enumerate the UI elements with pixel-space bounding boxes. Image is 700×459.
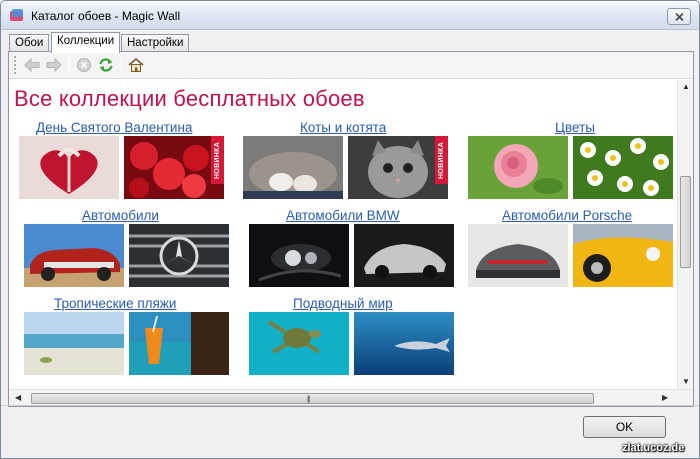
stop-button[interactable] xyxy=(73,55,95,75)
collections-page: Все коллекции бесплатных обоев День Свят… xyxy=(9,80,677,389)
tab-wallpapers[interactable]: Обои xyxy=(9,34,50,52)
thumb-bmw-2[interactable] xyxy=(354,224,454,287)
thumb-porsche-1[interactable] xyxy=(468,224,568,287)
collection-beaches-link[interactable]: Тропические пляжи xyxy=(54,296,176,311)
forward-arrow-icon xyxy=(46,57,62,73)
collection-cars-link[interactable]: Автомобили xyxy=(82,208,159,223)
scroll-down-arrow-icon[interactable]: ▼ xyxy=(682,377,690,386)
app-icon xyxy=(10,9,23,21)
stop-icon xyxy=(77,58,91,72)
refresh-button[interactable] xyxy=(95,55,117,75)
thumb-cats-1[interactable] xyxy=(243,136,343,199)
close-icon xyxy=(675,13,684,21)
new-badge: НОВИНКА xyxy=(435,136,448,184)
collection-porsche-link[interactable]: Автомобили Porsche xyxy=(502,208,632,223)
new-badge: НОВИНКА xyxy=(211,136,224,184)
thumb-cars-1[interactable] xyxy=(24,224,124,287)
thumb-cats-2[interactable]: НОВИНКА xyxy=(348,136,448,199)
browser-toolbar xyxy=(9,52,693,79)
scroll-left-arrow-icon[interactable]: ◀ xyxy=(15,393,21,402)
thumb-bmw-1[interactable] xyxy=(249,224,349,287)
watermark: zlat.ucoz.de xyxy=(622,442,685,454)
collection-flowers-link[interactable]: Цветы xyxy=(555,120,595,135)
page-title: Все коллекции бесплатных обоев xyxy=(14,86,365,111)
home-button[interactable] xyxy=(125,55,147,75)
window-title: Каталог обоев - Magic Wall xyxy=(31,9,181,23)
collection-underwater-link[interactable]: Подводный мир xyxy=(293,296,393,311)
toolbar-separator xyxy=(121,56,122,74)
thumb-underwater-2[interactable] xyxy=(354,312,454,375)
footer-divider xyxy=(1,405,699,406)
thumb-porsche-2[interactable] xyxy=(573,224,673,287)
thumb-underwater-1[interactable] xyxy=(249,312,349,375)
thumb-beaches-2[interactable] xyxy=(129,312,229,375)
scroll-grip-icon: ||| xyxy=(307,396,311,403)
scroll-right-arrow-icon[interactable]: ▶ xyxy=(662,393,668,402)
refresh-icon xyxy=(99,58,113,72)
home-icon xyxy=(128,57,144,72)
thumb-flowers-2[interactable] xyxy=(573,136,673,199)
collection-valentines-link[interactable]: День Святого Валентина xyxy=(36,120,192,135)
thumb-beaches-1[interactable] xyxy=(24,312,124,375)
scroll-up-arrow-icon[interactable]: ▲ xyxy=(682,82,690,91)
forward-button[interactable] xyxy=(43,55,65,75)
back-button[interactable] xyxy=(21,55,43,75)
thumb-valentines-2[interactable]: НОВИНКА xyxy=(124,136,224,199)
tab-collections[interactable]: Коллекции xyxy=(51,32,121,53)
ok-button[interactable]: OK xyxy=(583,416,666,438)
tab-settings[interactable]: Настройки xyxy=(121,34,190,52)
title-bar[interactable]: Каталог обоев - Magic Wall xyxy=(1,1,699,30)
horizontal-scrollbar[interactable]: ◀ ||| ▶ xyxy=(9,389,693,406)
thumb-valentines-1[interactable] xyxy=(19,136,119,199)
thumb-cars-2[interactable] xyxy=(129,224,229,287)
vertical-scroll-thumb[interactable] xyxy=(680,176,691,268)
thumb-flowers-1[interactable] xyxy=(468,136,568,199)
vertical-scrollbar[interactable]: ▲ ▼ xyxy=(677,80,693,389)
catalog-window: Каталог обоев - Magic Wall Обои Коллекци… xyxy=(0,0,700,459)
close-button[interactable] xyxy=(667,8,691,25)
tab-panel: Все коллекции бесплатных обоев День Свят… xyxy=(8,51,694,407)
collection-bmw-link[interactable]: Автомобили BMW xyxy=(286,208,400,223)
collection-cats-link[interactable]: Коты и котята xyxy=(300,120,386,135)
toolbar-separator xyxy=(69,56,70,74)
back-arrow-icon xyxy=(24,57,40,73)
horizontal-scroll-thumb[interactable]: ||| xyxy=(31,393,594,404)
toolbar-grip xyxy=(14,56,17,74)
